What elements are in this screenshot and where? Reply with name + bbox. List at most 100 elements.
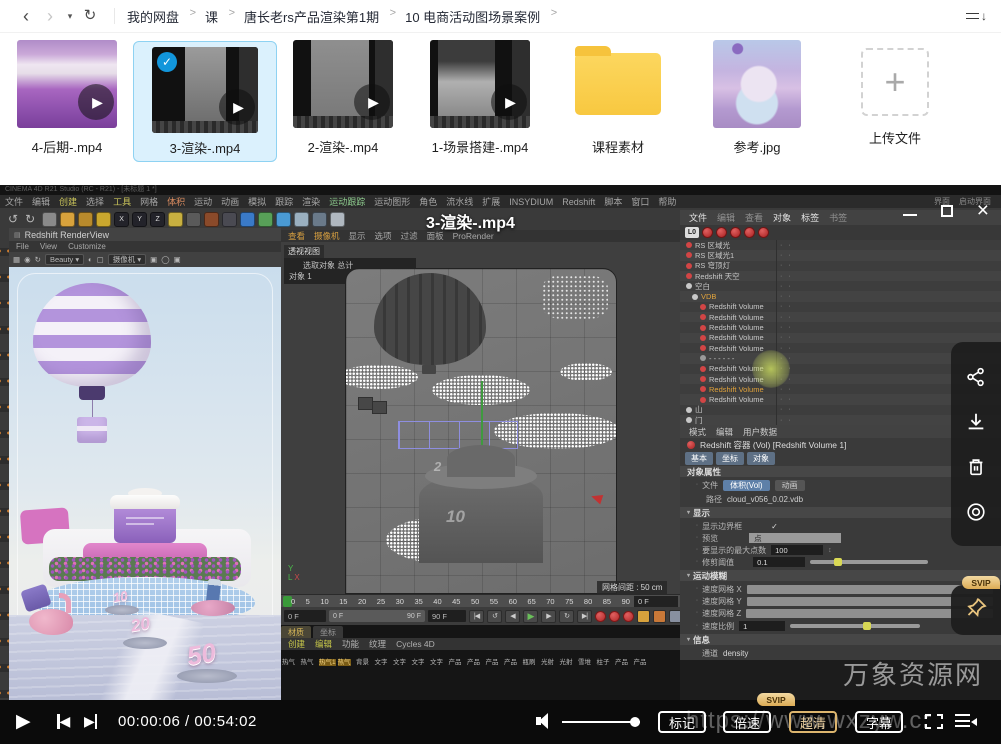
playlist-icon[interactable] <box>955 714 977 730</box>
play-button[interactable]: ▶ <box>16 710 31 733</box>
preview-select[interactable]: 点 <box>749 533 842 543</box>
material-swatch[interactable]: 光射 <box>560 651 576 669</box>
share-icon[interactable] <box>964 365 988 389</box>
object-row[interactable]: 空白 <box>680 281 1001 292</box>
material-swatch[interactable]: 产品 <box>504 651 520 669</box>
tab-coords[interactable]: 坐标 <box>313 626 343 638</box>
material-swatch[interactable]: 文字 <box>412 651 428 669</box>
volume-chip[interactable]: 体积(Vol) <box>723 479 770 491</box>
trim-slider[interactable] <box>810 558 929 566</box>
object-row[interactable]: Redshift Volume <box>680 332 1001 344</box>
section-info[interactable]: ▾ 信息 <box>680 634 1001 645</box>
breadcrumb-item[interactable]: 课 <box>205 7 235 26</box>
material-swatch[interactable]: 光射 <box>541 651 557 669</box>
breadcrumb-item[interactable]: 我的网盘 <box>127 7 196 26</box>
record-circle-icon[interactable] <box>964 500 988 524</box>
vdb-path-value[interactable]: cloud_v056_0.02.vdb <box>727 495 803 504</box>
object-row[interactable]: RS 区域光1 <box>680 250 1001 261</box>
material-swatch[interactable]: 瓶刷 <box>523 651 539 669</box>
bbox-checkbox[interactable]: ✓ <box>771 522 778 531</box>
refresh-icon[interactable]: ↻ <box>78 1 102 31</box>
maximize-icon[interactable] <box>940 205 953 217</box>
attribute-tab[interactable]: 坐标 <box>716 452 744 465</box>
timeline-ruler[interactable]: 0 5 10 15 20 25 30 35 40 45 50 55 60 65 70 75 80 85 90 0 F <box>281 594 680 607</box>
next-video-button[interactable]: ▶ <box>84 713 98 730</box>
breadcrumb-item[interactable]: 唐长老rs产品渲染第1期 <box>244 7 396 26</box>
subtitle-button[interactable]: 字幕 <box>855 711 904 733</box>
image-card[interactable]: 参考.jpg <box>702 40 812 156</box>
cycle-button[interactable]: ↻ <box>559 609 574 623</box>
material-swatch[interactable]: 产品 <box>449 651 465 669</box>
object-row[interactable]: Redshift 天空 <box>680 270 1001 282</box>
play-overlay-icon[interactable]: ▶ <box>219 89 255 125</box>
material-swatch[interactable]: 文字 <box>430 651 446 669</box>
material-swatch[interactable]: 柱子 <box>597 651 613 669</box>
tab-material[interactable]: 材质 <box>281 626 311 638</box>
key-position-icon[interactable] <box>637 609 650 623</box>
forward-icon[interactable]: › <box>38 1 62 31</box>
material-swatch[interactable]: 产品 <box>467 651 483 669</box>
attribute-tab[interactable]: 对象 <box>747 452 775 465</box>
file-card-video-1[interactable]: ▶ 1-场景搭建-.mp4 <box>425 40 535 156</box>
material-swatch[interactable]: 热气1 <box>319 651 336 669</box>
trim-field[interactable]: 0.1 <box>753 557 806 567</box>
material-swatch[interactable]: 文字 <box>393 651 409 669</box>
file-card-video-2[interactable]: ▶ 2-渲染-.mp4 <box>288 40 398 156</box>
material-swatch[interactable]: 雪堆 <box>578 651 594 669</box>
step-forward-button[interactable]: ▶ <box>541 609 556 623</box>
stepper-icon[interactable]: ↕ <box>828 547 832 554</box>
play-overlay-icon[interactable]: ▶ <box>78 84 114 120</box>
record-button[interactable] <box>595 610 606 622</box>
velocity-scale-slider[interactable] <box>790 622 921 630</box>
delete-icon[interactable] <box>964 455 988 479</box>
frame-start-field[interactable]: 0 F <box>284 610 326 622</box>
fullscreen-icon[interactable] <box>923 712 945 731</box>
frame-range-slider[interactable]: 0 F 90 F <box>329 610 425 622</box>
material-swatch[interactable]: 背景 <box>356 651 372 669</box>
close-icon[interactable]: × <box>977 200 989 221</box>
previous-video-button[interactable]: ◀ <box>57 713 70 730</box>
material-swatch[interactable]: 热气 <box>337 651 354 669</box>
volume-slider[interactable] <box>562 721 640 723</box>
maxpoints-field[interactable]: 100 <box>771 545 824 555</box>
file-card-video-3-selected[interactable]: ✓ ▶ 3-渲染-.mp4 <box>133 41 277 162</box>
animation-chip[interactable]: 动画 <box>774 479 805 491</box>
object-row[interactable]: Redshift Volume <box>680 312 1001 323</box>
object-row[interactable]: RS 穹顶灯 <box>680 260 1001 272</box>
minimize-icon[interactable] <box>902 214 917 216</box>
speed-button[interactable]: 倍速 <box>723 711 772 733</box>
play-overlay-icon[interactable]: ▶ <box>491 84 527 120</box>
material-swatch[interactable]: 热气 <box>282 651 298 669</box>
material-swatch[interactable]: 产品 <box>615 651 631 669</box>
material-swatch[interactable]: 热气 <box>301 651 317 669</box>
loop-button[interactable]: ↺ <box>487 609 502 623</box>
download-icon[interactable] <box>964 410 988 434</box>
material-swatch[interactable]: 产品 <box>486 651 502 669</box>
volume-knob[interactable] <box>630 717 640 727</box>
volume-icon[interactable] <box>536 713 554 729</box>
section-motion-blur[interactable]: ▾ 运动模糊 <box>680 570 1001 581</box>
goto-start-button[interactable]: |◀ <box>469 609 484 623</box>
attribute-tab[interactable]: 基本 <box>685 452 713 465</box>
object-row[interactable]: VDB <box>680 291 1001 303</box>
velocity-scale-field[interactable]: 1 <box>739 621 786 631</box>
upload-card[interactable]: + 上传文件 <box>840 40 950 147</box>
material-swatch[interactable]: 产品 <box>634 651 650 669</box>
breadcrumb-item[interactable]: 10 电商活动图场景案例 <box>405 7 557 26</box>
object-row[interactable]: RS 区域光 <box>680 240 1001 251</box>
pin-icon[interactable] <box>964 596 988 625</box>
quality-button[interactable]: 超清 <box>789 711 838 733</box>
key-scale-icon[interactable] <box>653 609 666 623</box>
material-swatch[interactable]: 文字 <box>375 651 391 669</box>
selected-check-icon[interactable]: ✓ <box>157 52 177 72</box>
sort-button[interactable]: ↓ <box>966 9 987 23</box>
autokey-button[interactable] <box>609 610 620 622</box>
current-frame-field[interactable]: 0 F <box>634 596 678 607</box>
back-icon[interactable]: ‹ <box>14 1 38 31</box>
upload-plus-icon[interactable]: + <box>861 48 929 116</box>
mark-button[interactable]: 标记 <box>658 711 707 733</box>
history-dropdown-icon[interactable]: ▾ <box>62 1 78 31</box>
folder-card[interactable]: 课程素材 <box>563 40 673 156</box>
object-row[interactable]: Redshift Volume <box>680 301 1001 313</box>
play-overlay-icon[interactable]: ▶ <box>354 84 390 120</box>
